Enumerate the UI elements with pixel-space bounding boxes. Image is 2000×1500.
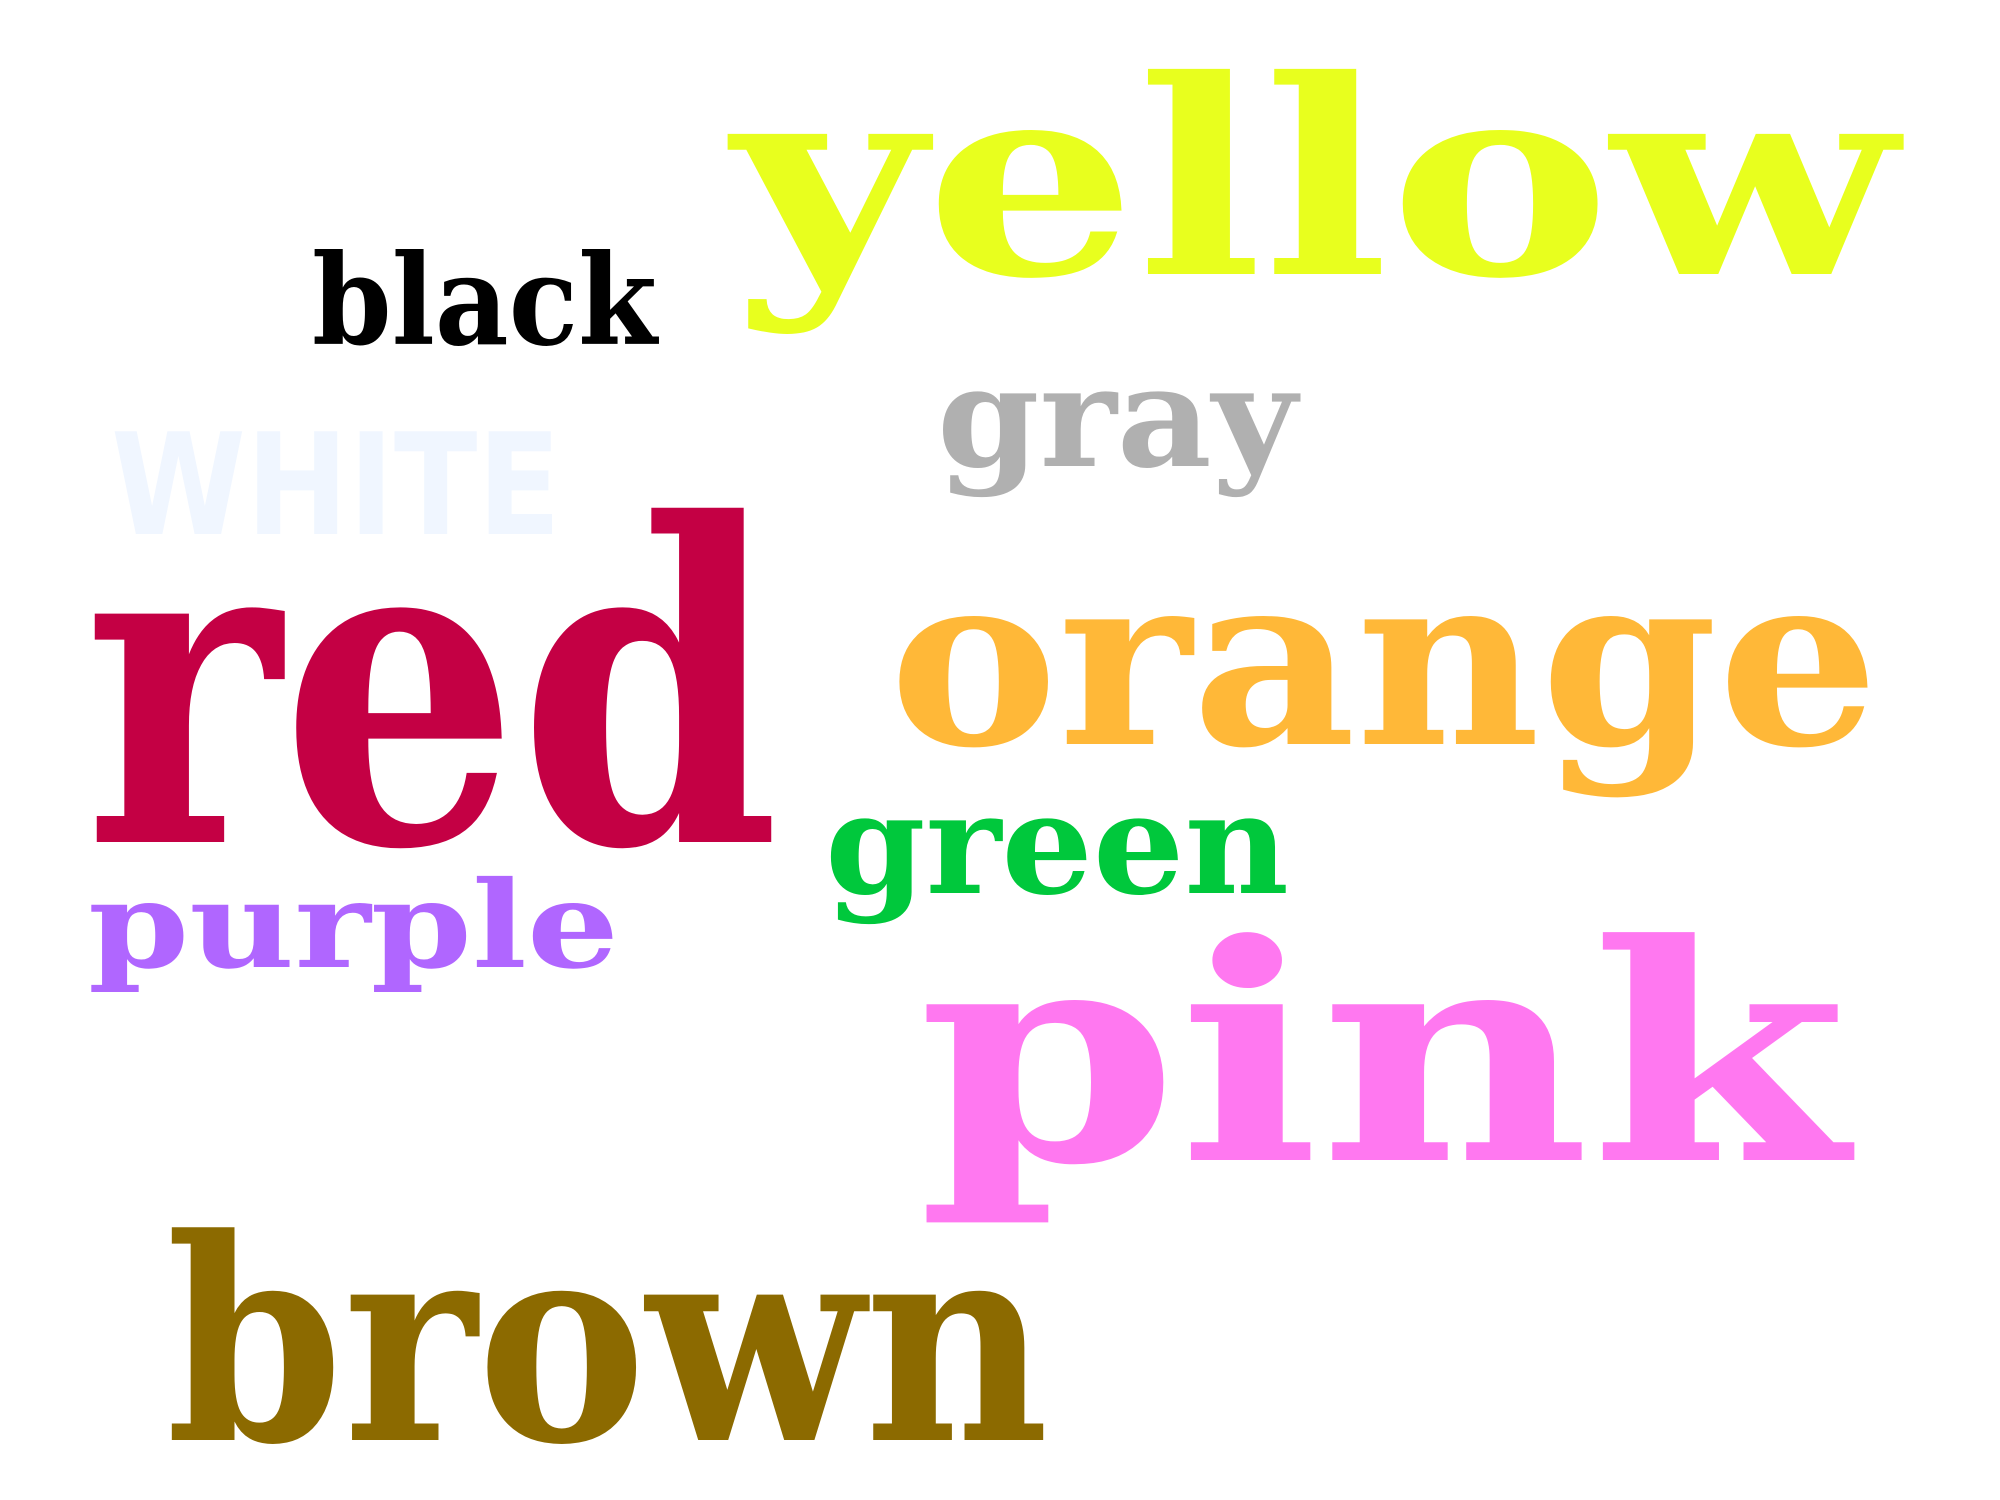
word-orange: orange [889, 519, 1879, 801]
word-yellow: yellow [727, 20, 1907, 338]
word-black: black [312, 228, 659, 374]
word-gray: gray [937, 336, 1301, 500]
word-cloud: yellow black gray WHITE red orange green… [84, 20, 1907, 1500]
word-pink: pink [918, 878, 1858, 1231]
word-brown: brown [166, 1178, 1049, 1500]
word-purple: purple [88, 855, 619, 996]
